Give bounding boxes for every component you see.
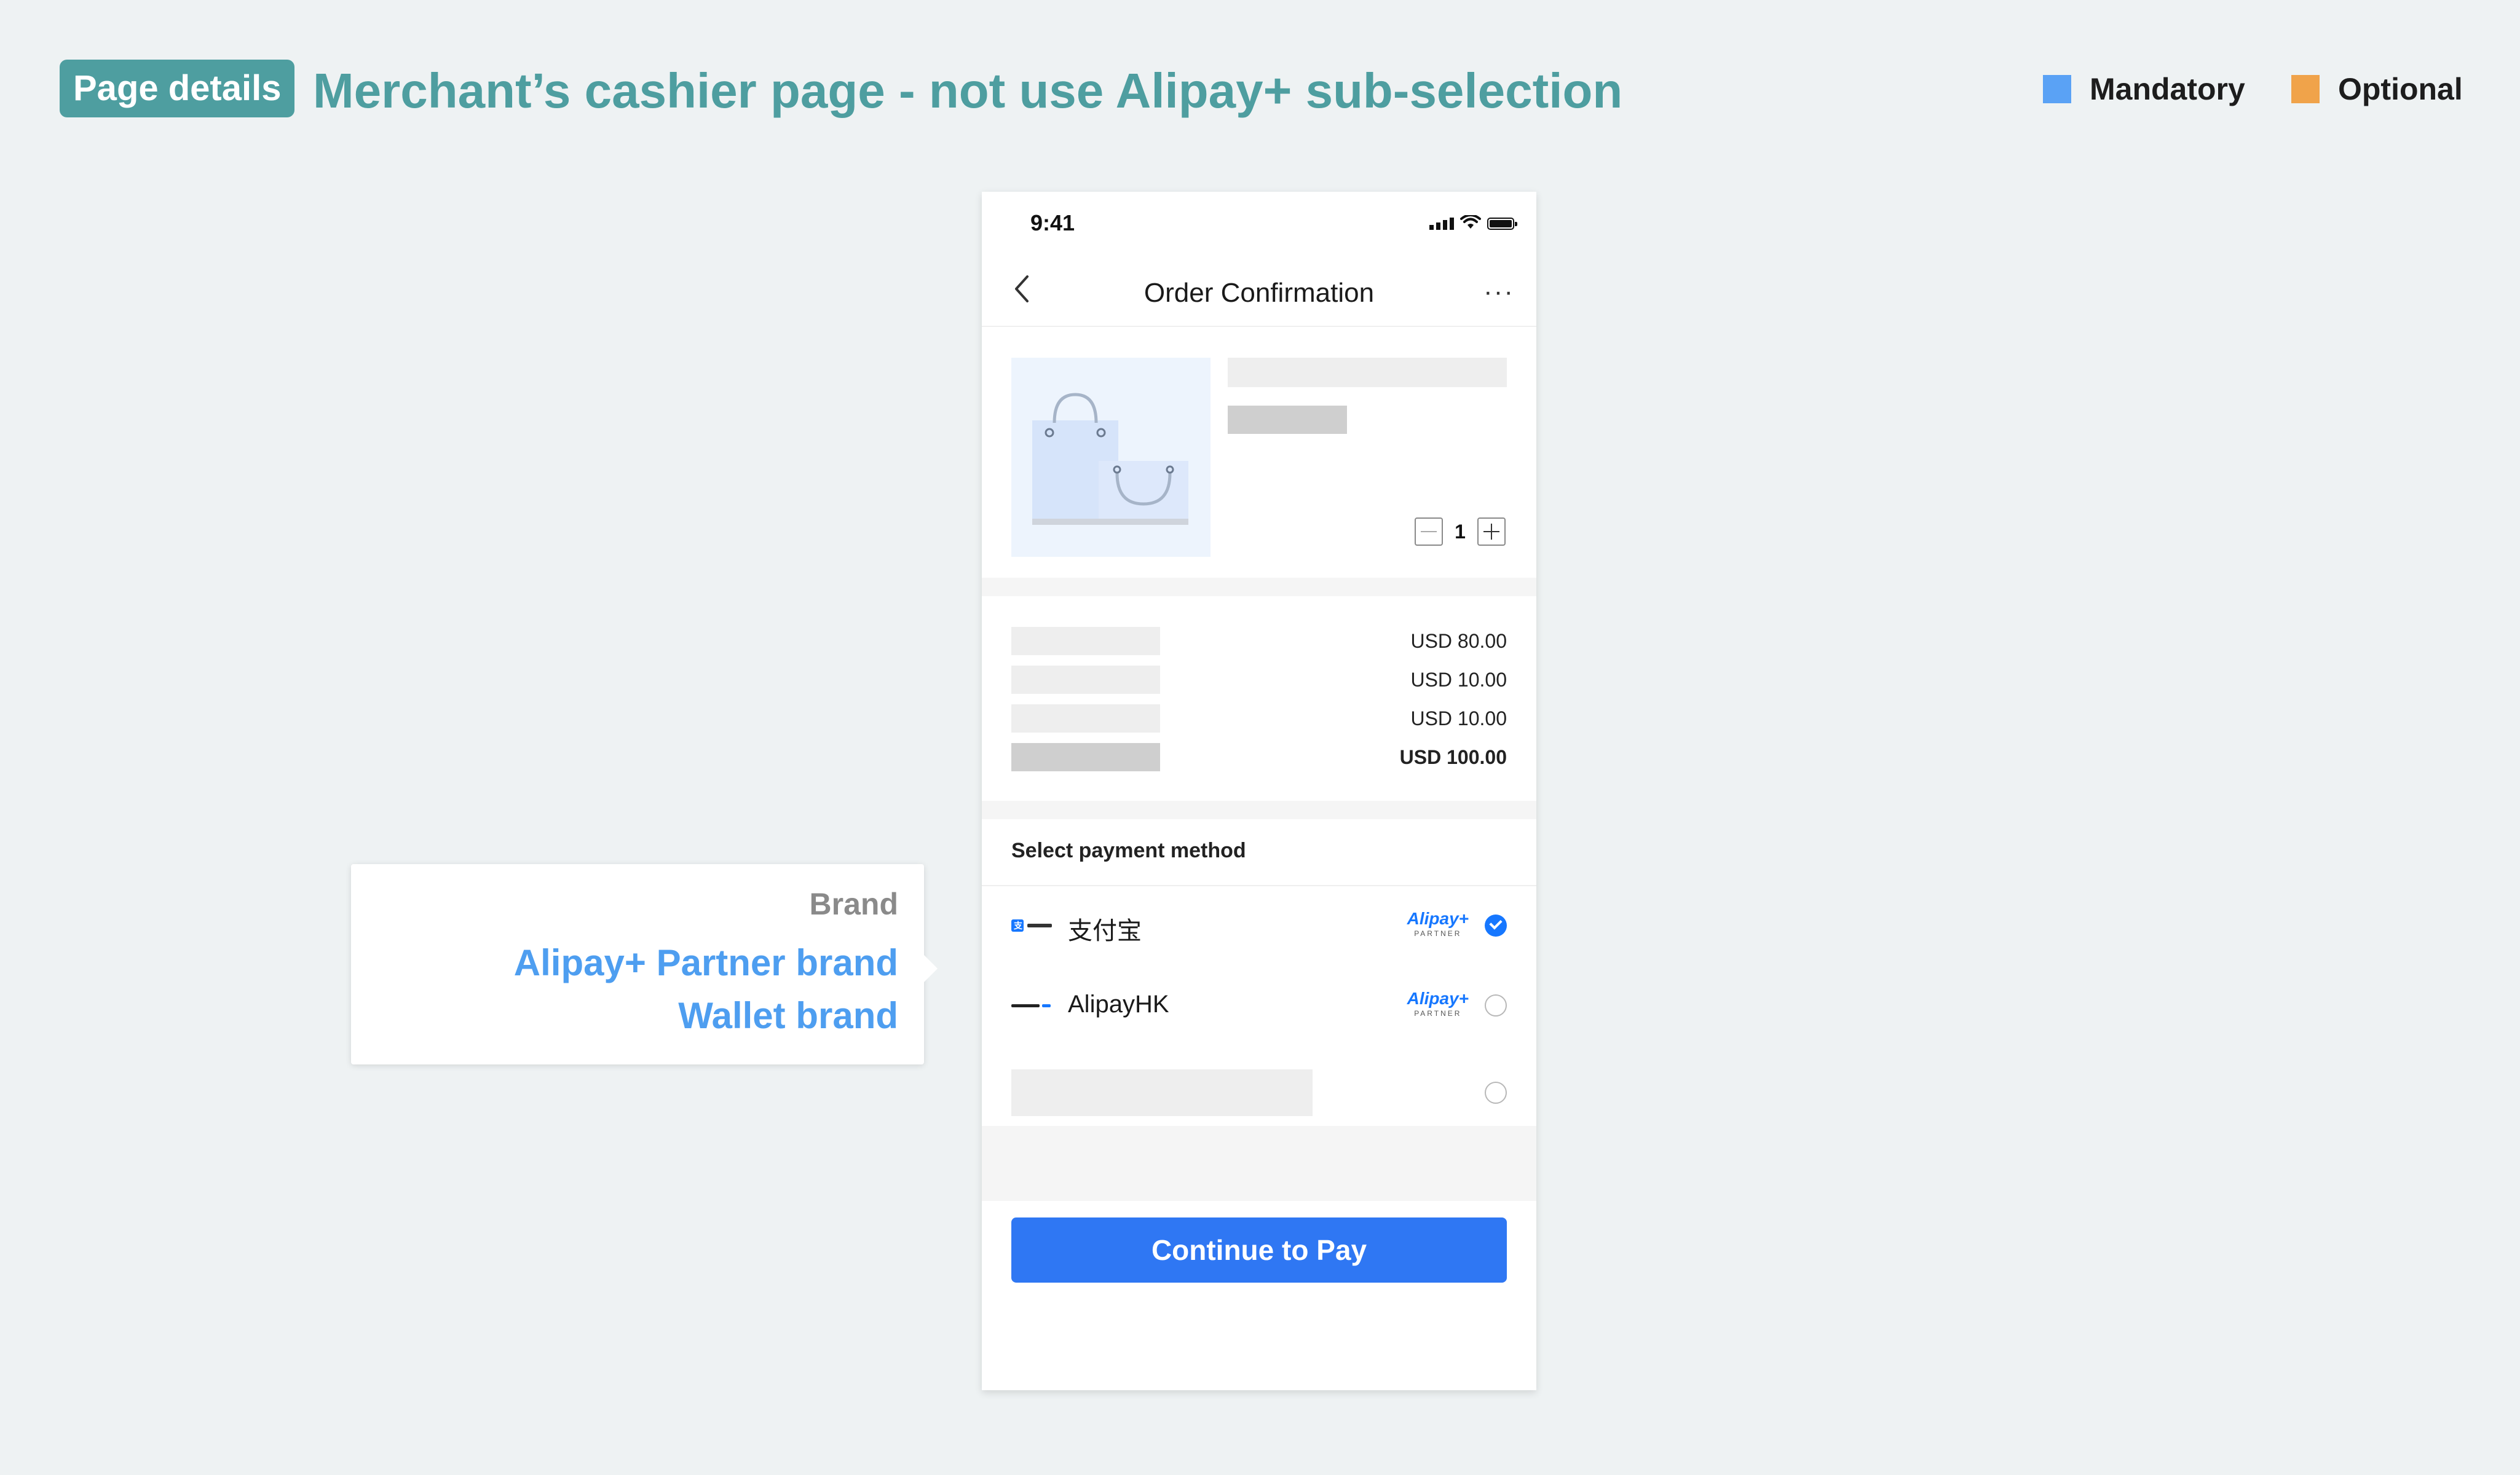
radio-unselected[interactable] <box>1485 1082 1507 1104</box>
signal-icon <box>1429 218 1454 230</box>
product-image <box>1011 358 1211 557</box>
continue-to-pay-button[interactable]: Continue to Pay <box>1011 1217 1507 1283</box>
page-details-tag: Page details <box>60 60 295 117</box>
legend-optional: Optional <box>2291 71 2463 107</box>
payment-option-skeleton <box>1011 1069 1313 1116</box>
section-divider <box>982 578 1536 596</box>
callout-wallet-brand: Wallet brand <box>678 995 898 1036</box>
more-icon[interactable]: ··· <box>1483 277 1514 307</box>
alipayhk-logo-icon <box>1011 998 1054 1013</box>
total-amount: USD 100.00 <box>1399 746 1507 768</box>
amount-label-skeleton <box>1011 627 1160 655</box>
partner-badge-subtitle: PARTNER <box>1414 929 1462 938</box>
partner-badge-title: Alipay+ <box>1407 909 1469 928</box>
amount-label-skeleton <box>1011 704 1160 733</box>
legend-mandatory-label: Mandatory <box>2090 72 2245 106</box>
legend-mandatory-swatch <box>2043 75 2071 103</box>
nav-title: Order Confirmation <box>1143 278 1375 308</box>
minus-button[interactable] <box>1415 517 1443 546</box>
brand-callout: Brand Alipay+ Partner brand Wallet brand <box>351 864 938 1064</box>
status-time: 9:41 <box>1030 210 1075 235</box>
payment-option-alipayhk[interactable]: AlipayHK Alipay+ PARTNER <box>982 966 1536 1046</box>
status-icons <box>1429 215 1517 230</box>
callout-title: Brand <box>809 887 898 921</box>
shopping-bag-icon <box>1032 393 1188 525</box>
radio-selected[interactable] <box>1485 914 1507 937</box>
page-title: Merchant’s cashier page - not use Alipay… <box>313 63 1623 118</box>
bottom-spacer <box>982 1126 1536 1201</box>
nav-bar: Order Confirmation ··· <box>982 253 1536 327</box>
quantity-stepper: 1 <box>1415 517 1506 546</box>
product-price-skeleton <box>1228 406 1347 434</box>
svg-text:支: 支 <box>1013 921 1023 931</box>
payment-method-header: Select payment method <box>1011 839 1246 862</box>
plus-button[interactable] <box>1477 517 1506 546</box>
callout-partner-brand: Alipay+ Partner brand <box>513 942 898 983</box>
total-label-skeleton <box>1011 743 1160 771</box>
product-title-skeleton <box>1228 358 1507 387</box>
payment-option-placeholder[interactable] <box>982 1046 1536 1126</box>
product-section: 1 <box>982 327 1536 769</box>
status-bar: 9:41 <box>982 192 1536 253</box>
wifi-icon <box>1460 215 1481 229</box>
shipping-amount: USD 10.00 <box>1410 669 1507 691</box>
legend-optional-swatch <box>2291 75 2320 103</box>
payment-option-name: AlipayHK <box>1068 991 1169 1018</box>
subtotal-amount: USD 80.00 <box>1410 630 1507 652</box>
payment-option-alipay[interactable]: 支 支付宝 Alipay+ PARTNER <box>982 886 1536 966</box>
partner-badge-title: Alipay+ <box>1407 989 1469 1008</box>
alipay-plus-partner-badge: Alipay+ PARTNER <box>1407 989 1469 1019</box>
tax-amount: USD 10.00 <box>1410 707 1507 730</box>
alipay-logo-icon: 支 <box>1011 918 1054 933</box>
section-divider <box>982 801 1536 819</box>
phone-mockup: 9:41 Order Confirmation ··· 1 USD 80.00 … <box>982 192 1536 1390</box>
legend-optional-label: Optional <box>2338 72 2463 106</box>
quantity-value: 1 <box>1455 520 1466 543</box>
payment-option-name: 支付宝 <box>1068 918 1142 945</box>
radio-unselected[interactable] <box>1485 994 1507 1017</box>
amount-label-skeleton <box>1011 666 1160 694</box>
legend-mandatory: Mandatory <box>2043 71 2245 107</box>
battery-icon <box>1487 218 1517 230</box>
alipay-plus-partner-badge: Alipay+ PARTNER <box>1407 910 1469 939</box>
partner-badge-subtitle: PARTNER <box>1414 1009 1462 1018</box>
